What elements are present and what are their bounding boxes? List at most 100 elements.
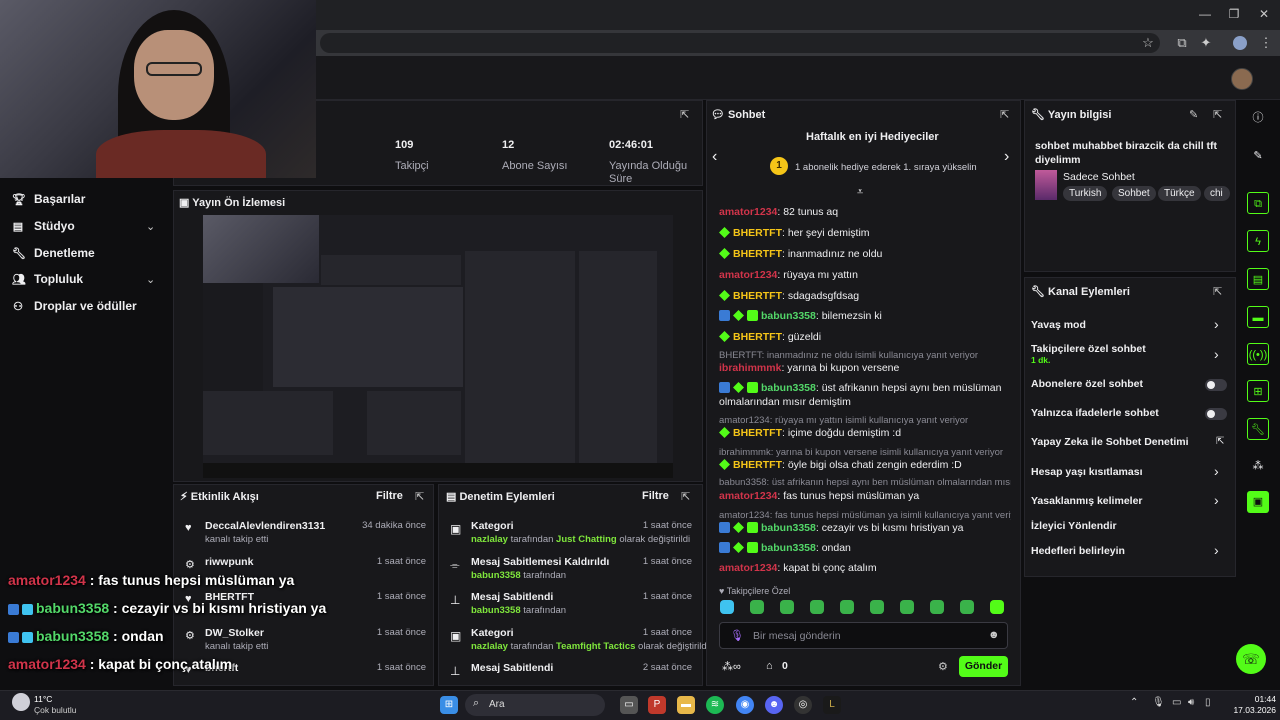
stream-preview-video[interactable] (203, 215, 673, 478)
minimize-icon[interactable]: — (1195, 6, 1215, 22)
league-icon[interactable]: L (823, 696, 841, 714)
profile-icon[interactable] (1233, 36, 1247, 50)
chevron-up-icon[interactable]: ⌃ (1130, 697, 1138, 708)
chevron-right-icon[interactable]: › (1214, 463, 1219, 479)
mic-icon[interactable]: 🎙︎ (1152, 697, 1165, 708)
bookmark-star-icon[interactable]: ☆ (1139, 34, 1157, 52)
chat-username[interactable]: babun3358 (761, 522, 816, 534)
collapse-icon[interactable]: ⩡ (857, 186, 863, 199)
chevron-right-icon[interactable]: › (1214, 542, 1219, 558)
tag[interactable]: Sohbet (1112, 186, 1156, 201)
popout-icon[interactable]: ⇱ (1213, 285, 1222, 298)
spotify-icon[interactable]: ≋ (706, 696, 724, 714)
chevron-left-icon[interactable]: ‹ (712, 148, 717, 166)
chat-username[interactable]: BHERTFT (733, 248, 782, 260)
channel-action-label[interactable]: Yasaklanmış kelimeler (1031, 495, 1143, 507)
settings-gear-icon[interactable]: ⚙ (938, 660, 948, 673)
chrome-icon[interactable]: ◉ (736, 696, 754, 714)
chat-input[interactable]: 🎙︎ Bir mesaj gönderin ☻ (719, 622, 1008, 649)
emote-icon[interactable] (960, 600, 974, 614)
info-icon[interactable]: ⓘ (1247, 107, 1269, 129)
wrench-icon[interactable]: 🔧︎ (1247, 418, 1269, 440)
emote-icon[interactable] (870, 600, 884, 614)
bits-icon[interactable]: ⁂∞ (722, 660, 741, 673)
sidebar-item-drops[interactable]: ⚇ Droplar ve ödüller (12, 297, 137, 315)
chat-bubble-icon[interactable]: ▬ (1247, 306, 1269, 328)
popout-icon[interactable]: ⇱ (1213, 108, 1222, 121)
chevron-right-icon[interactable]: › (1004, 148, 1009, 166)
emote-icon[interactable] (930, 600, 944, 614)
tag[interactable]: Turkish (1063, 186, 1108, 201)
channel-action-label[interactable]: Hesap yaşı kısıtlaması (1031, 466, 1143, 478)
chat-username[interactable]: BHERTFT (733, 427, 782, 439)
toggle-switch[interactable] (1205, 379, 1227, 391)
chevron-right-icon[interactable]: › (1214, 346, 1219, 362)
external-link-icon[interactable]: ⇱ (1216, 436, 1224, 447)
channel-action-label[interactable]: Yavaş mod (1031, 319, 1086, 331)
chat-username[interactable]: BHERTFT (733, 290, 782, 302)
sidebar-item-studio[interactable]: ▤ Stüdyo (12, 217, 75, 235)
chevron-right-icon[interactable]: › (1214, 492, 1219, 508)
emote-icon[interactable] (720, 600, 734, 614)
chevron-right-icon[interactable]: › (1214, 316, 1219, 332)
clip-icon[interactable]: ⧉ (1247, 192, 1269, 214)
sidebar-item-community[interactable]: 👥︎ Topluluk (12, 270, 83, 288)
broadcast-icon[interactable]: ((•)) (1247, 343, 1269, 365)
network-icon[interactable]: ▭ (1172, 697, 1181, 708)
obs-icon[interactable]: ◎ (794, 696, 812, 714)
chat-username[interactable]: BHERTFT (733, 227, 782, 239)
channel-action-label[interactable]: Hedefleri belirleyin (1031, 545, 1125, 557)
emote-icon[interactable] (810, 600, 824, 614)
menu-icon[interactable]: ⋮ (1257, 34, 1275, 52)
chevron-down-icon[interactable]: ⌄ (146, 273, 155, 286)
chat-username[interactable]: amator1234 (719, 490, 777, 502)
chat-username[interactable]: babun3358 (761, 310, 816, 322)
chat-username[interactable]: babun3358 (761, 542, 816, 554)
translate-icon[interactable]: ⧉ (1173, 34, 1191, 52)
chevron-down-icon[interactable]: ⌄ (146, 220, 155, 233)
mic-icon[interactable]: 🎙︎ (730, 629, 744, 642)
discord-icon[interactable]: ☻ (765, 696, 783, 714)
chat-username[interactable]: amator1234 (719, 562, 777, 574)
channel-action-label[interactable]: Abonelere özel sohbet (1031, 378, 1143, 390)
taskbar-search[interactable]: ⌕ Ara (465, 694, 605, 716)
chat-username[interactable]: ibrahimmmk (719, 362, 781, 374)
panel-icon[interactable]: ⊞ (1247, 380, 1269, 402)
windows-start-icon[interactable]: ⊞ (440, 696, 458, 714)
channel-action-label[interactable]: Yapay Zeka ile Sohbet Denetimi (1031, 436, 1189, 448)
close-icon[interactable]: ✕ (1254, 6, 1274, 22)
volume-icon[interactable]: 🔊︎ (1188, 697, 1194, 708)
maximize-icon[interactable]: ❐ (1224, 6, 1244, 22)
chat-username[interactable]: BHERTFT (733, 459, 782, 471)
avatar[interactable] (1231, 68, 1253, 90)
app-icon[interactable]: P (648, 696, 666, 714)
channel-action-label[interactable]: İzleyici Yönlendir (1031, 520, 1117, 532)
bits-icon[interactable]: ⁂ (1247, 455, 1269, 477)
tag[interactable]: Türkçe (1158, 186, 1201, 201)
extensions-icon[interactable]: ✦ (1197, 34, 1215, 52)
popout-icon[interactable]: ⇱ (681, 490, 690, 503)
chat-username[interactable]: babun3358 (761, 382, 816, 394)
send-button[interactable]: Gönder (959, 656, 1008, 677)
folder-icon[interactable]: ▬ (677, 696, 695, 714)
battery-icon[interactable]: ▯ (1205, 697, 1211, 708)
emote-icon[interactable] (780, 600, 794, 614)
support-icon[interactable]: ☏ (1236, 644, 1266, 674)
popout-icon[interactable]: ⇱ (680, 108, 689, 121)
lightning-icon[interactable]: ϟ (1247, 230, 1269, 252)
sidebar-item-achievements[interactable]: 🏆︎ Başarılar (12, 190, 85, 208)
emote-icon[interactable] (990, 600, 1004, 614)
emote-icon[interactable] (840, 600, 854, 614)
tag[interactable]: chi (1204, 186, 1230, 201)
emote-icon[interactable] (900, 600, 914, 614)
emote-icon[interactable] (750, 600, 764, 614)
channel-action-label[interactable]: Yalnızca ifadelerle sohbet (1031, 407, 1159, 419)
sidebar-item-moderation[interactable]: 🔧︎ Denetleme (12, 244, 95, 262)
activity-filter-button[interactable]: Filtre (376, 490, 403, 502)
popout-icon[interactable]: ⇱ (1000, 108, 1009, 121)
channel-points-icon[interactable]: ⌂ (766, 660, 773, 672)
address-bar[interactable] (320, 33, 1160, 53)
moderation-filter-button[interactable]: Filtre (642, 490, 669, 502)
channel-action-label[interactable]: Takipçilere özel sohbet (1031, 343, 1146, 355)
task-view-icon[interactable]: ▭ (620, 696, 638, 714)
